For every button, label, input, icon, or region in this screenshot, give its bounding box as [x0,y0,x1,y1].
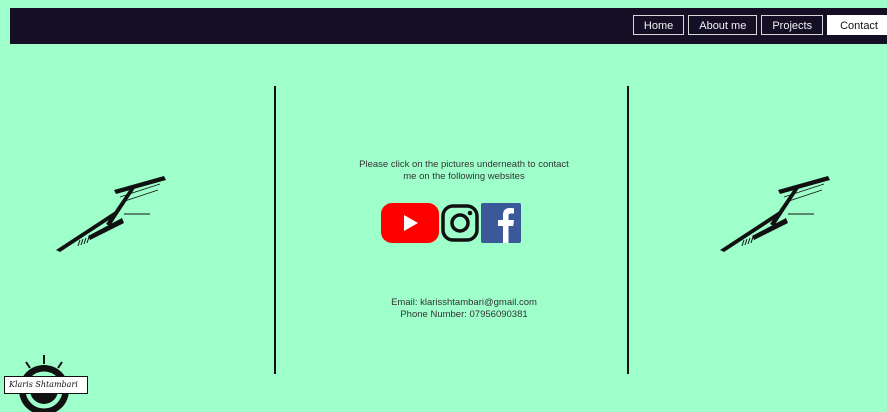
contact-details: Email: klarisshtambari@gmail.com Phone N… [318,297,610,321]
left-divider-line [274,86,276,374]
nav-projects[interactable]: Projects [761,15,824,35]
contact-intro-line-2: me on the following websites [403,171,525,182]
nav-menu: Home About me Projects Contact [632,15,887,35]
left-decoration-graphic [56,176,166,252]
youtube-icon[interactable] [380,202,440,244]
phone-text: Phone Number: 07956090381 [400,309,528,320]
page: Home About me Projects Contact Please cl… [0,0,887,412]
nav-contact[interactable]: Contact [827,15,887,35]
contact-intro: Please click on the pictures underneath … [318,159,610,183]
social-links [380,202,522,244]
instagram-icon[interactable] [440,202,480,244]
logo-text: Klaris Shtambari [4,376,88,394]
nav-about-me[interactable]: About me [688,15,758,35]
header-bar: Home About me Projects Contact [10,8,887,44]
nav-home[interactable]: Home [632,15,685,35]
email-text: Email: klarisshtambari@gmail.com [391,297,537,308]
right-decoration-graphic [720,176,830,252]
right-divider-line [627,86,629,374]
facebook-icon[interactable] [480,202,522,244]
contact-intro-line-1: Please click on the pictures underneath … [359,159,569,170]
